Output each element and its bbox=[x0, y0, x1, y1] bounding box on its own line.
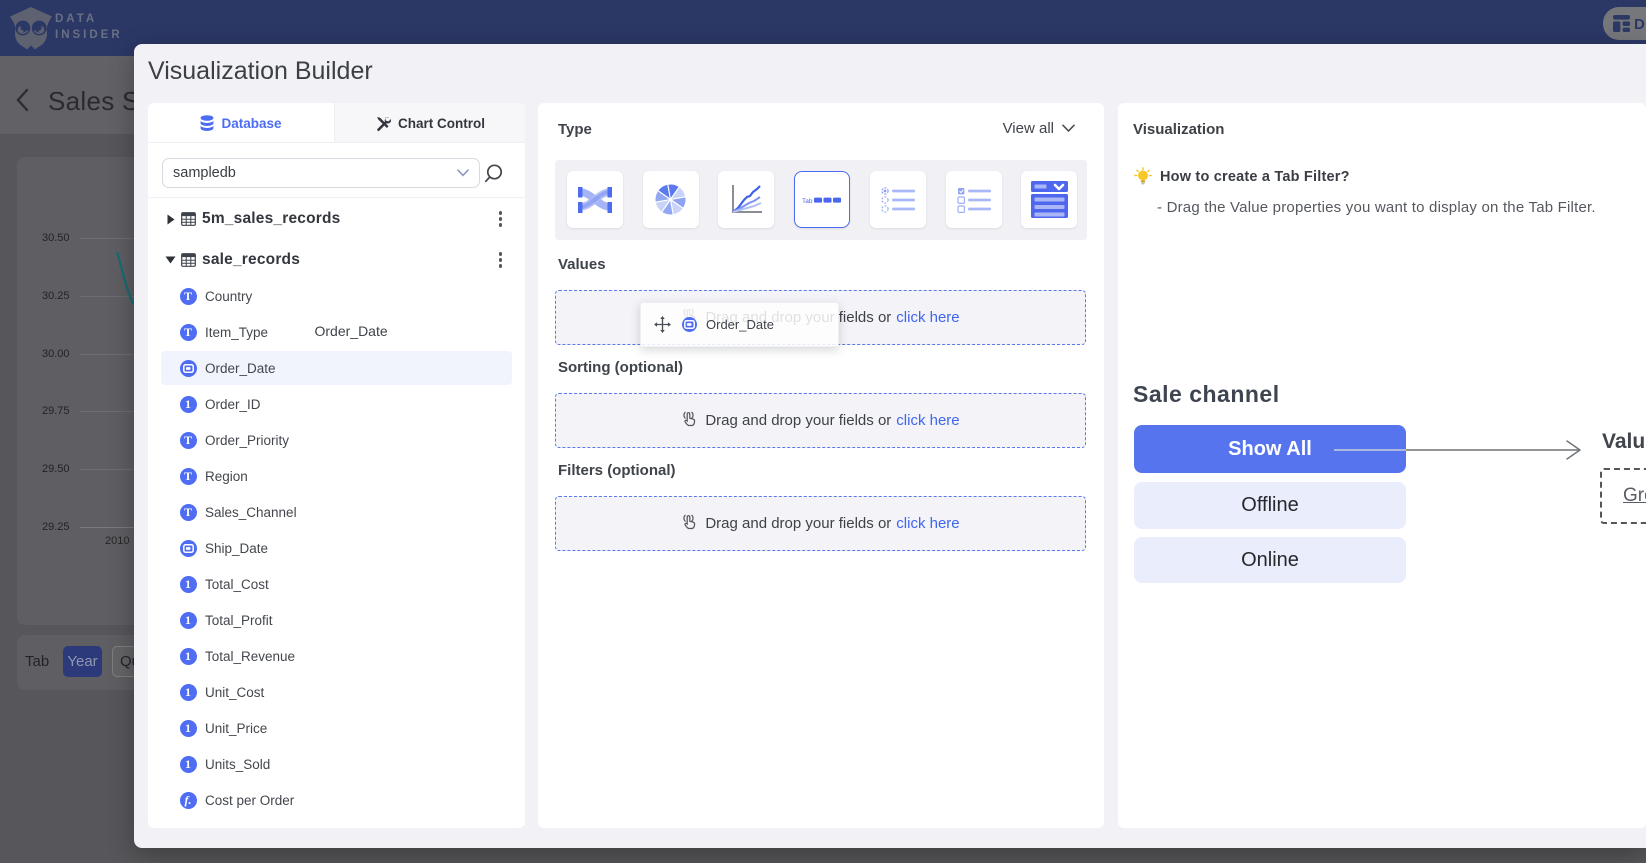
svg-text:Tab: Tab bbox=[802, 198, 813, 205]
